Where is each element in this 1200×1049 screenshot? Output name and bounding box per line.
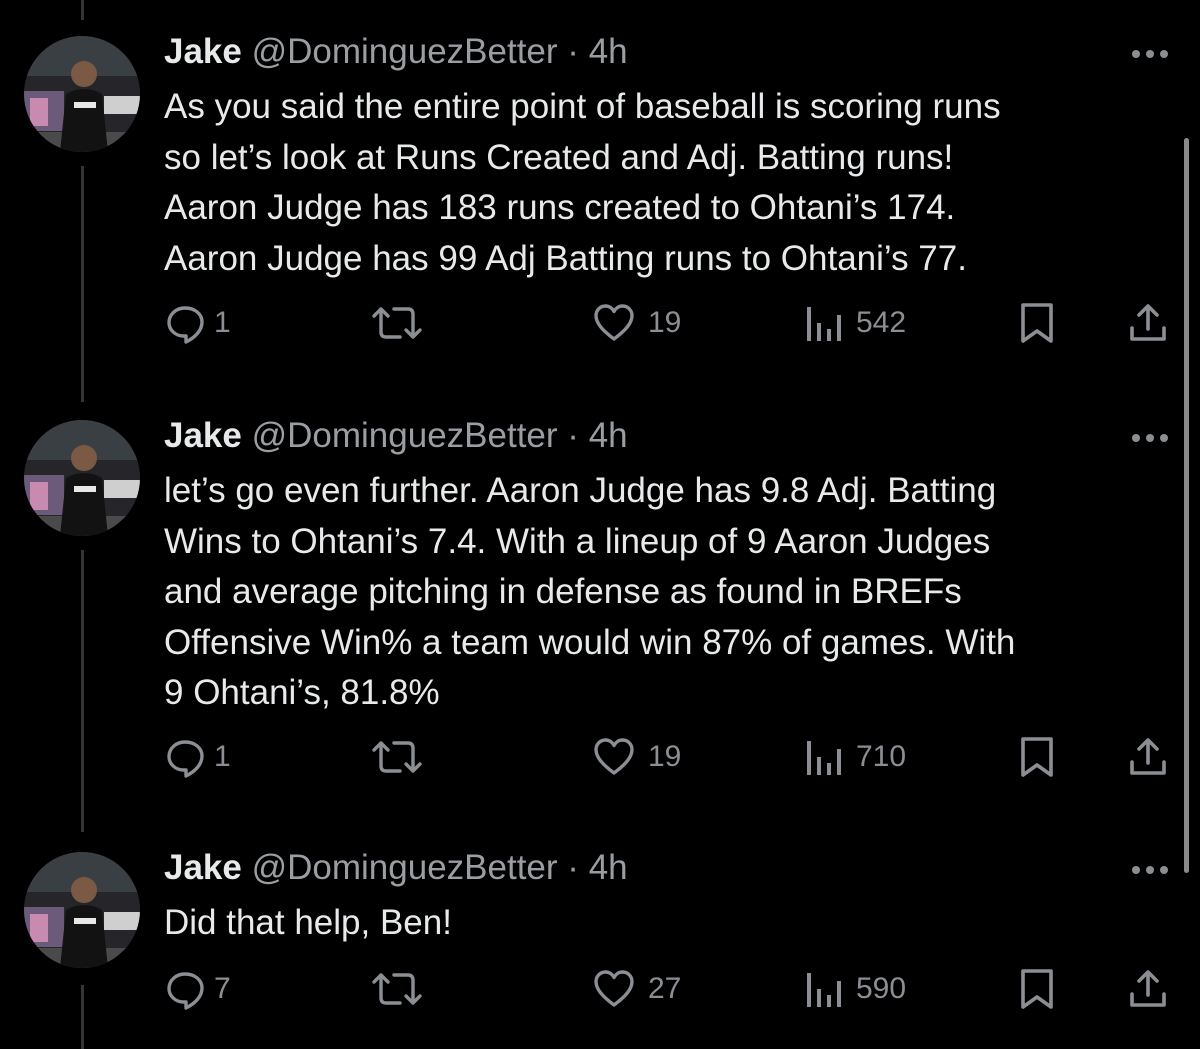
author-name[interactable]: Jake [164, 848, 242, 887]
separator-dot: · [567, 416, 579, 455]
tweet[interactable]: Jake @DominguezBetter · 4h Did that help… [0, 846, 1200, 1026]
tweet-text: let’s go even further. Aaron Judge has 9… [164, 471, 1016, 712]
views-icon [804, 967, 844, 1011]
tweet-header: Jake @DominguezBetter · 4h [164, 846, 628, 890]
action-bar: 7 27 590 [0, 964, 1200, 1014]
heart-icon [592, 301, 636, 345]
author-handle[interactable]: @DominguezBetter [252, 848, 558, 887]
reply-icon [164, 967, 208, 1011]
timestamp[interactable]: 4h [589, 848, 628, 887]
action-bar: 1 19 542 [0, 298, 1200, 348]
retweet-icon [368, 735, 426, 779]
timestamp[interactable]: 4h [589, 416, 628, 455]
retweet-button[interactable] [368, 964, 426, 1014]
timestamp[interactable]: 4h [589, 32, 628, 71]
like-button[interactable]: 19 [592, 298, 681, 348]
retweet-button[interactable] [368, 298, 426, 348]
reply-count: 1 [214, 306, 231, 339]
tweet[interactable]: Jake @DominguezBetter · 4h let’s go even… [0, 414, 1200, 794]
author-handle[interactable]: @DominguezBetter [252, 32, 558, 71]
avatar[interactable] [24, 420, 140, 536]
tweet[interactable]: Jake @DominguezBetter · 4h As you said t… [0, 30, 1200, 360]
retweet-icon [368, 301, 426, 345]
more-icon[interactable] [1128, 44, 1172, 64]
retweet-icon [368, 967, 426, 1011]
tweet-header: Jake @DominguezBetter · 4h [164, 414, 628, 458]
bookmark-button[interactable] [1018, 298, 1056, 348]
like-count: 19 [648, 740, 682, 773]
views-count: 542 [856, 306, 907, 339]
like-count: 27 [648, 972, 682, 1005]
bookmark-button[interactable] [1018, 964, 1056, 1014]
action-bar: 1 19 710 [0, 732, 1200, 782]
avatar[interactable] [24, 36, 140, 152]
author-name[interactable]: Jake [164, 416, 242, 455]
reply-icon [164, 301, 208, 345]
author-name[interactable]: Jake [164, 32, 242, 71]
reply-icon [164, 735, 208, 779]
reply-button[interactable]: 1 [164, 732, 231, 782]
thread-line-top [81, 0, 84, 20]
tweet-text: As you said the entire point of baseball… [164, 87, 1001, 278]
views-button[interactable]: 542 [804, 298, 906, 348]
share-button[interactable] [1126, 964, 1170, 1014]
tweet-text: Did that help, Ben! [164, 903, 452, 942]
bookmark-icon [1018, 735, 1056, 779]
views-icon [804, 735, 844, 779]
separator-dot: · [567, 848, 579, 887]
avatar[interactable] [24, 852, 140, 968]
tweet-header: Jake @DominguezBetter · 4h [164, 30, 628, 74]
share-button[interactable] [1126, 732, 1170, 782]
reply-count: 7 [214, 972, 231, 1005]
reply-button[interactable]: 7 [164, 964, 231, 1014]
heart-icon [592, 967, 636, 1011]
views-count: 590 [856, 972, 907, 1005]
bookmark-icon [1018, 301, 1056, 345]
reply-button[interactable]: 1 [164, 298, 231, 348]
like-button[interactable]: 27 [592, 964, 681, 1014]
share-icon [1126, 301, 1170, 345]
separator-dot: · [567, 32, 579, 71]
more-icon[interactable] [1128, 860, 1172, 880]
more-icon[interactable] [1128, 428, 1172, 448]
share-icon [1126, 735, 1170, 779]
views-button[interactable]: 710 [804, 732, 906, 782]
views-button[interactable]: 590 [804, 964, 906, 1014]
heart-icon [592, 735, 636, 779]
share-icon [1126, 967, 1170, 1011]
like-count: 19 [648, 306, 682, 339]
reply-count: 1 [214, 740, 231, 773]
views-icon [804, 301, 844, 345]
views-count: 710 [856, 740, 907, 773]
like-button[interactable]: 19 [592, 732, 681, 782]
bookmark-icon [1018, 967, 1056, 1011]
bookmark-button[interactable] [1018, 732, 1056, 782]
author-handle[interactable]: @DominguezBetter [252, 416, 558, 455]
retweet-button[interactable] [368, 732, 426, 782]
share-button[interactable] [1126, 298, 1170, 348]
